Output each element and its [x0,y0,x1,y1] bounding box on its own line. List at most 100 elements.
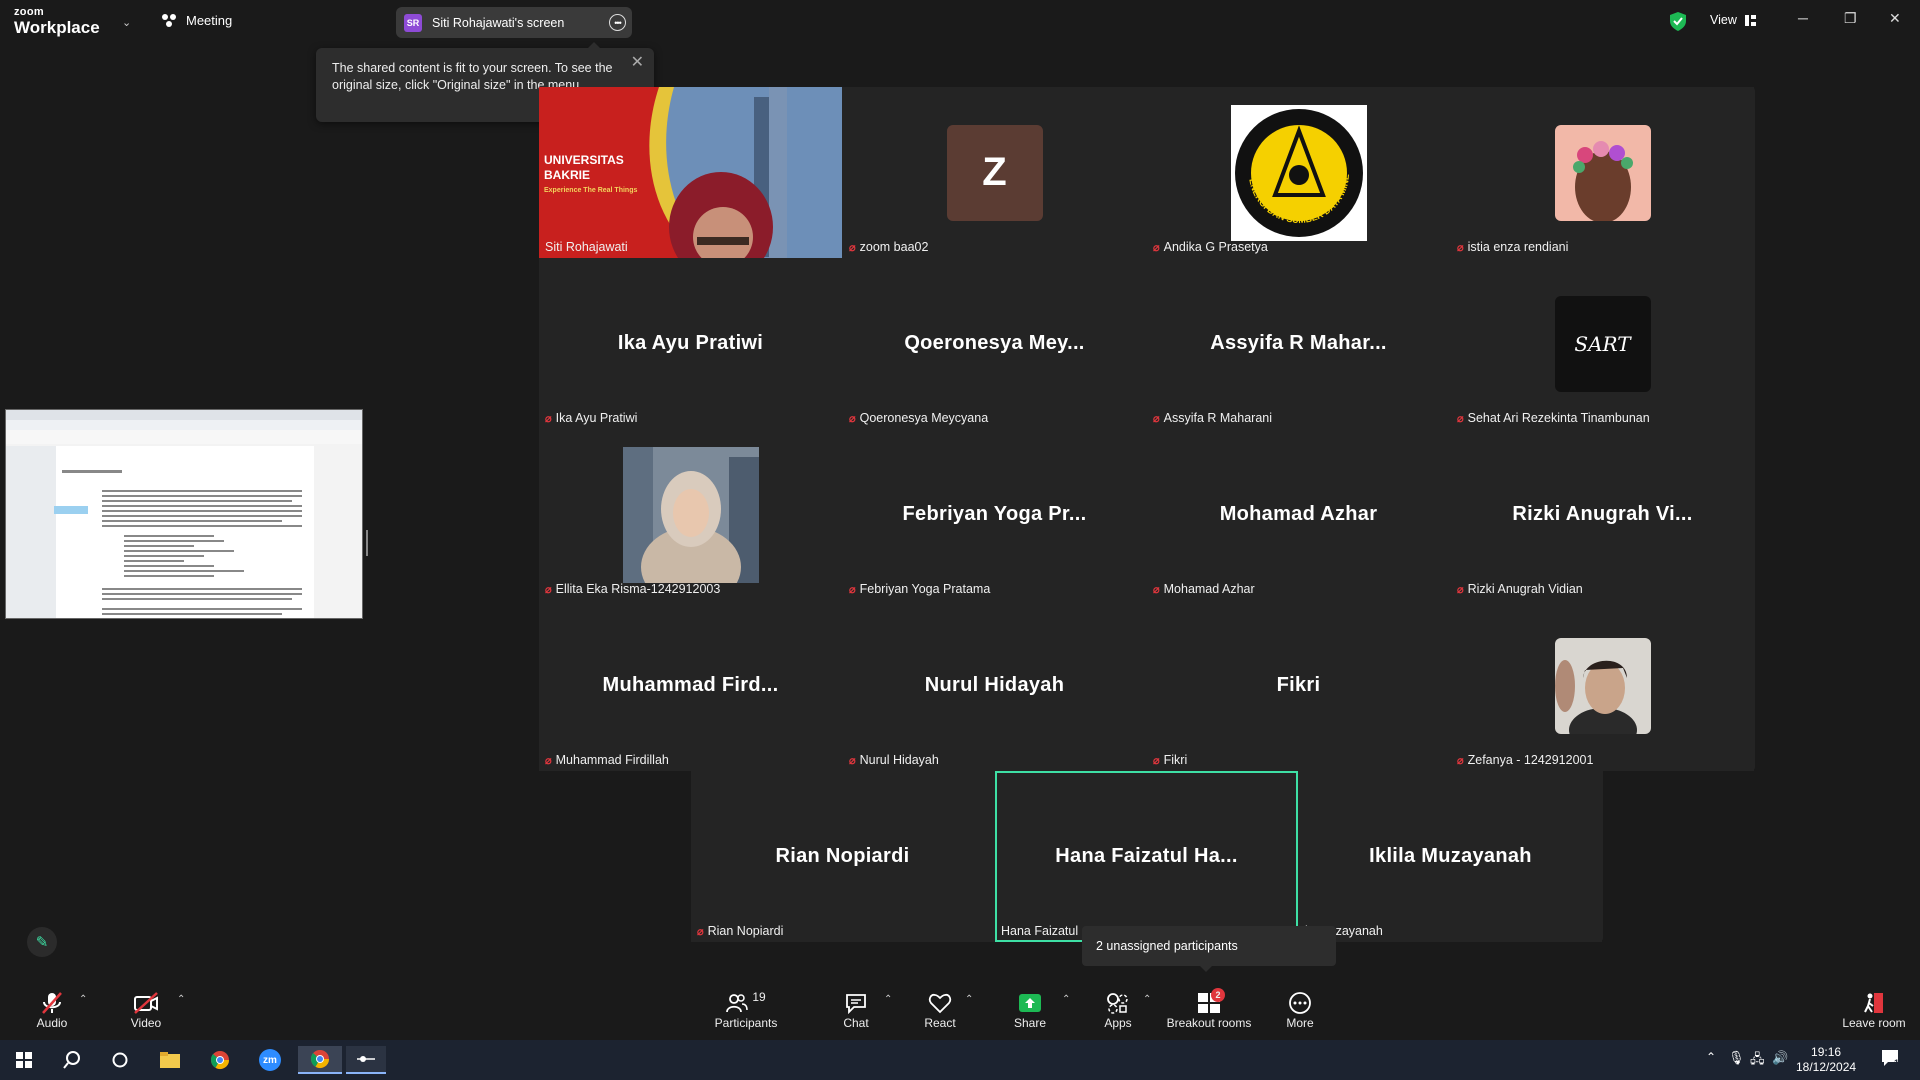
apps-button[interactable]: Apps [1098,980,1138,1040]
clock[interactable]: 19:16 18/12/2024 [1796,1045,1856,1075]
participant-name: Rian Nopiardi [707,924,784,938]
settings-app-icon[interactable] [346,1046,386,1074]
react-caret-icon[interactable]: ⌃ [965,994,973,1005]
participant-name-label: Siti Rohajawati [545,240,628,254]
chat-caret-icon[interactable]: ⌃ [884,994,892,1005]
participant-name: zoom baa02 [859,240,929,254]
participant-display-name: Rian Nopiardi [775,845,910,867]
participant-name-label: ⌀ Zefanya - 1242912001 [1457,753,1593,767]
participant-name-label: ⌀ Andika G Prasetya [1153,240,1268,254]
video-off-icon [133,990,159,1016]
meeting-menu[interactable]: Meeting [162,13,232,28]
volume-icon[interactable]: 🔊 [1772,1050,1788,1066]
share-label: Siti Rohajawati's screen [432,15,565,30]
restore-icon[interactable]: ❐ [1844,10,1857,27]
annotate-pencil-icon[interactable]: ✎ [27,927,57,957]
participant-name: Ika Ayu Pratiwi [555,411,638,425]
participant-tile[interactable]: Fikri ⌀ Fikri [1147,600,1450,771]
unassigned-participants-popup[interactable]: 2 unassigned participants [1082,926,1336,972]
audio-caret-icon[interactable]: ⌃ [79,994,87,1005]
task-view-icon[interactable] [100,1046,140,1074]
muted-mic-icon: ⌀ [1457,412,1464,425]
participant-tile[interactable]: Mohamad Azhar ⌀ Mohamad Azhar [1147,429,1450,600]
muted-mic-icon: ⌀ [1153,754,1160,767]
file-explorer-icon[interactable] [150,1046,190,1074]
chevron-down-icon[interactable]: ⌄ [122,16,131,29]
chrome-icon[interactable] [200,1046,240,1074]
chat-label: Chat [843,1016,869,1030]
participant-display-name: Fikri [1276,674,1321,696]
participant-tile[interactable]: Qoeronesya Mey... ⌀ Qoeronesya Meycyana [843,258,1146,429]
view-button[interactable]: View [1710,13,1756,27]
more-button[interactable]: More [1280,980,1320,1040]
participant-name-label: ⌀ Nurul Hidayah [849,753,939,767]
participant-tile[interactable]: Ika Ayu Pratiwi ⌀ Ika Ayu Pratiwi [539,258,842,429]
close-icon[interactable]: ✕ [631,54,644,71]
participant-tile[interactable]: UNIVERSITAS BAKRIE Experience The Real T… [539,87,842,258]
participant-tile[interactable]: Iklila Muzayanah la Muzayanah [1299,771,1602,942]
search-icon[interactable] [52,1046,92,1074]
apps-caret-icon[interactable]: ⌃ [1143,994,1151,1005]
share-caret-icon[interactable]: ⌃ [1062,994,1070,1005]
muted-mic-icon: ⌀ [1153,412,1160,425]
audio-button[interactable]: Audio [30,980,74,1040]
react-button[interactable]: React [920,980,960,1040]
participant-tile[interactable]: Rizki Anugrah Vi... ⌀ Rizki Anugrah Vidian [1451,429,1754,600]
sharer-avatar: SR [404,13,422,32]
more-options-icon[interactable]: ••• [609,14,626,31]
tray-chevron-icon[interactable]: ⌃ [1706,1050,1716,1064]
meeting-label: Meeting [186,13,233,28]
participant-name: Sehat Ari Rezekinta Tinambunan [1467,411,1650,425]
leave-room-button[interactable]: Leave room [1834,980,1914,1040]
close-icon[interactable]: ✕ [1889,10,1901,27]
clock-date: 18/12/2024 [1796,1060,1857,1074]
breakout-rooms-button[interactable]: 2 Breakout rooms [1164,980,1254,1040]
participant-tile[interactable]: Nurul Hidayah ⌀ Nurul Hidayah [843,600,1146,771]
participant-tile[interactable]: Z ⌀ zoom baa02 [843,87,1146,258]
participant-display-name: Hana Faizatul Ha... [1055,845,1238,867]
participant-name-label: ⌀ Assyifa R Maharani [1153,411,1272,425]
participant-tile[interactable]: ⌀ Ellita Eka Risma-1242912003 [539,429,842,600]
notification-icon[interactable]: 1 [1880,1048,1902,1070]
participant-name-label: ⌀ zoom baa02 [849,240,928,254]
share-label: Share [1013,1016,1047,1030]
resize-handle[interactable] [366,530,368,556]
network-icon[interactable]: 🖧 [1750,1050,1765,1072]
minimize-icon[interactable]: ─ [1798,10,1808,26]
participant-name-label: ⌀ Rizki Anugrah Vidian [1457,582,1583,596]
share-indicator-pill[interactable]: SR Siti Rohajawati's screen ••• [396,7,632,38]
participant-tile[interactable]: ENERGI DAN SUMBER DAYA MINERAL ⌀Andika G… [1147,87,1450,258]
overlay-tagline: Experience The Real Things [544,187,638,194]
participant-tile[interactable]: ⌀ istia enza rendiani [1451,87,1754,258]
participant-tile[interactable]: ⌀ Zefanya - 1242912001 [1451,600,1754,771]
muted-mic-icon: ⌀ [545,412,552,425]
share-button[interactable]: Share [1010,980,1050,1040]
participant-name: Ellita Eka Risma-1242912003 [555,582,721,596]
shield-icon[interactable] [1670,12,1686,31]
breakout-badge: 2 [1211,988,1225,1002]
breakout-label: Breakout rooms [1166,1016,1252,1030]
video-caret-icon[interactable]: ⌃ [177,994,185,1005]
muted-mic-icon: ⌀ [1457,583,1464,596]
participants-button[interactable]: 19 Participants [710,980,782,1040]
participant-tile[interactable]: Rian Nopiardi ⌀ Rian Nopiardi [691,771,994,942]
heart-icon [928,990,952,1016]
overlay-line2: BAKRIE [544,168,591,182]
participant-tile[interactable]: Assyifa R Mahar... ⌀ Assyifa R Maharani [1147,258,1450,429]
participant-tile[interactable]: Febriyan Yoga Pr... ⌀ Febriyan Yoga Pratam… [843,429,1146,600]
participant-tile[interactable]: Muhammad Fird... ⌀ Muhammad Firdillah [539,600,842,771]
zoom-app-icon[interactable]: zm [250,1046,290,1074]
participant-name: Muhammad Firdillah [555,753,669,767]
profile-photo [622,446,759,583]
participant-tile[interactable]: SART ⌀ Sehat Ari Rezekinta Tinambunan [1451,258,1754,429]
participant-name: Rizki Anugrah Vidian [1467,582,1583,596]
shared-screen-thumbnail[interactable] [5,409,368,619]
title-bar: zoom Workplace ⌄ Meeting SR Siti Rohajaw… [0,0,1920,44]
windows-start-icon[interactable] [4,1046,44,1074]
video-button[interactable]: Video [124,980,168,1040]
participant-tile[interactable]: Hana Faizatul Ha... Hana Faizatul [995,771,1298,942]
chrome-active-icon[interactable] [298,1046,342,1074]
microphone-tray-icon[interactable]: 🎙 [1728,1050,1745,1066]
chat-button[interactable]: Chat [836,980,876,1040]
participant-display-name: Qoeronesya Mey... [904,332,1085,354]
